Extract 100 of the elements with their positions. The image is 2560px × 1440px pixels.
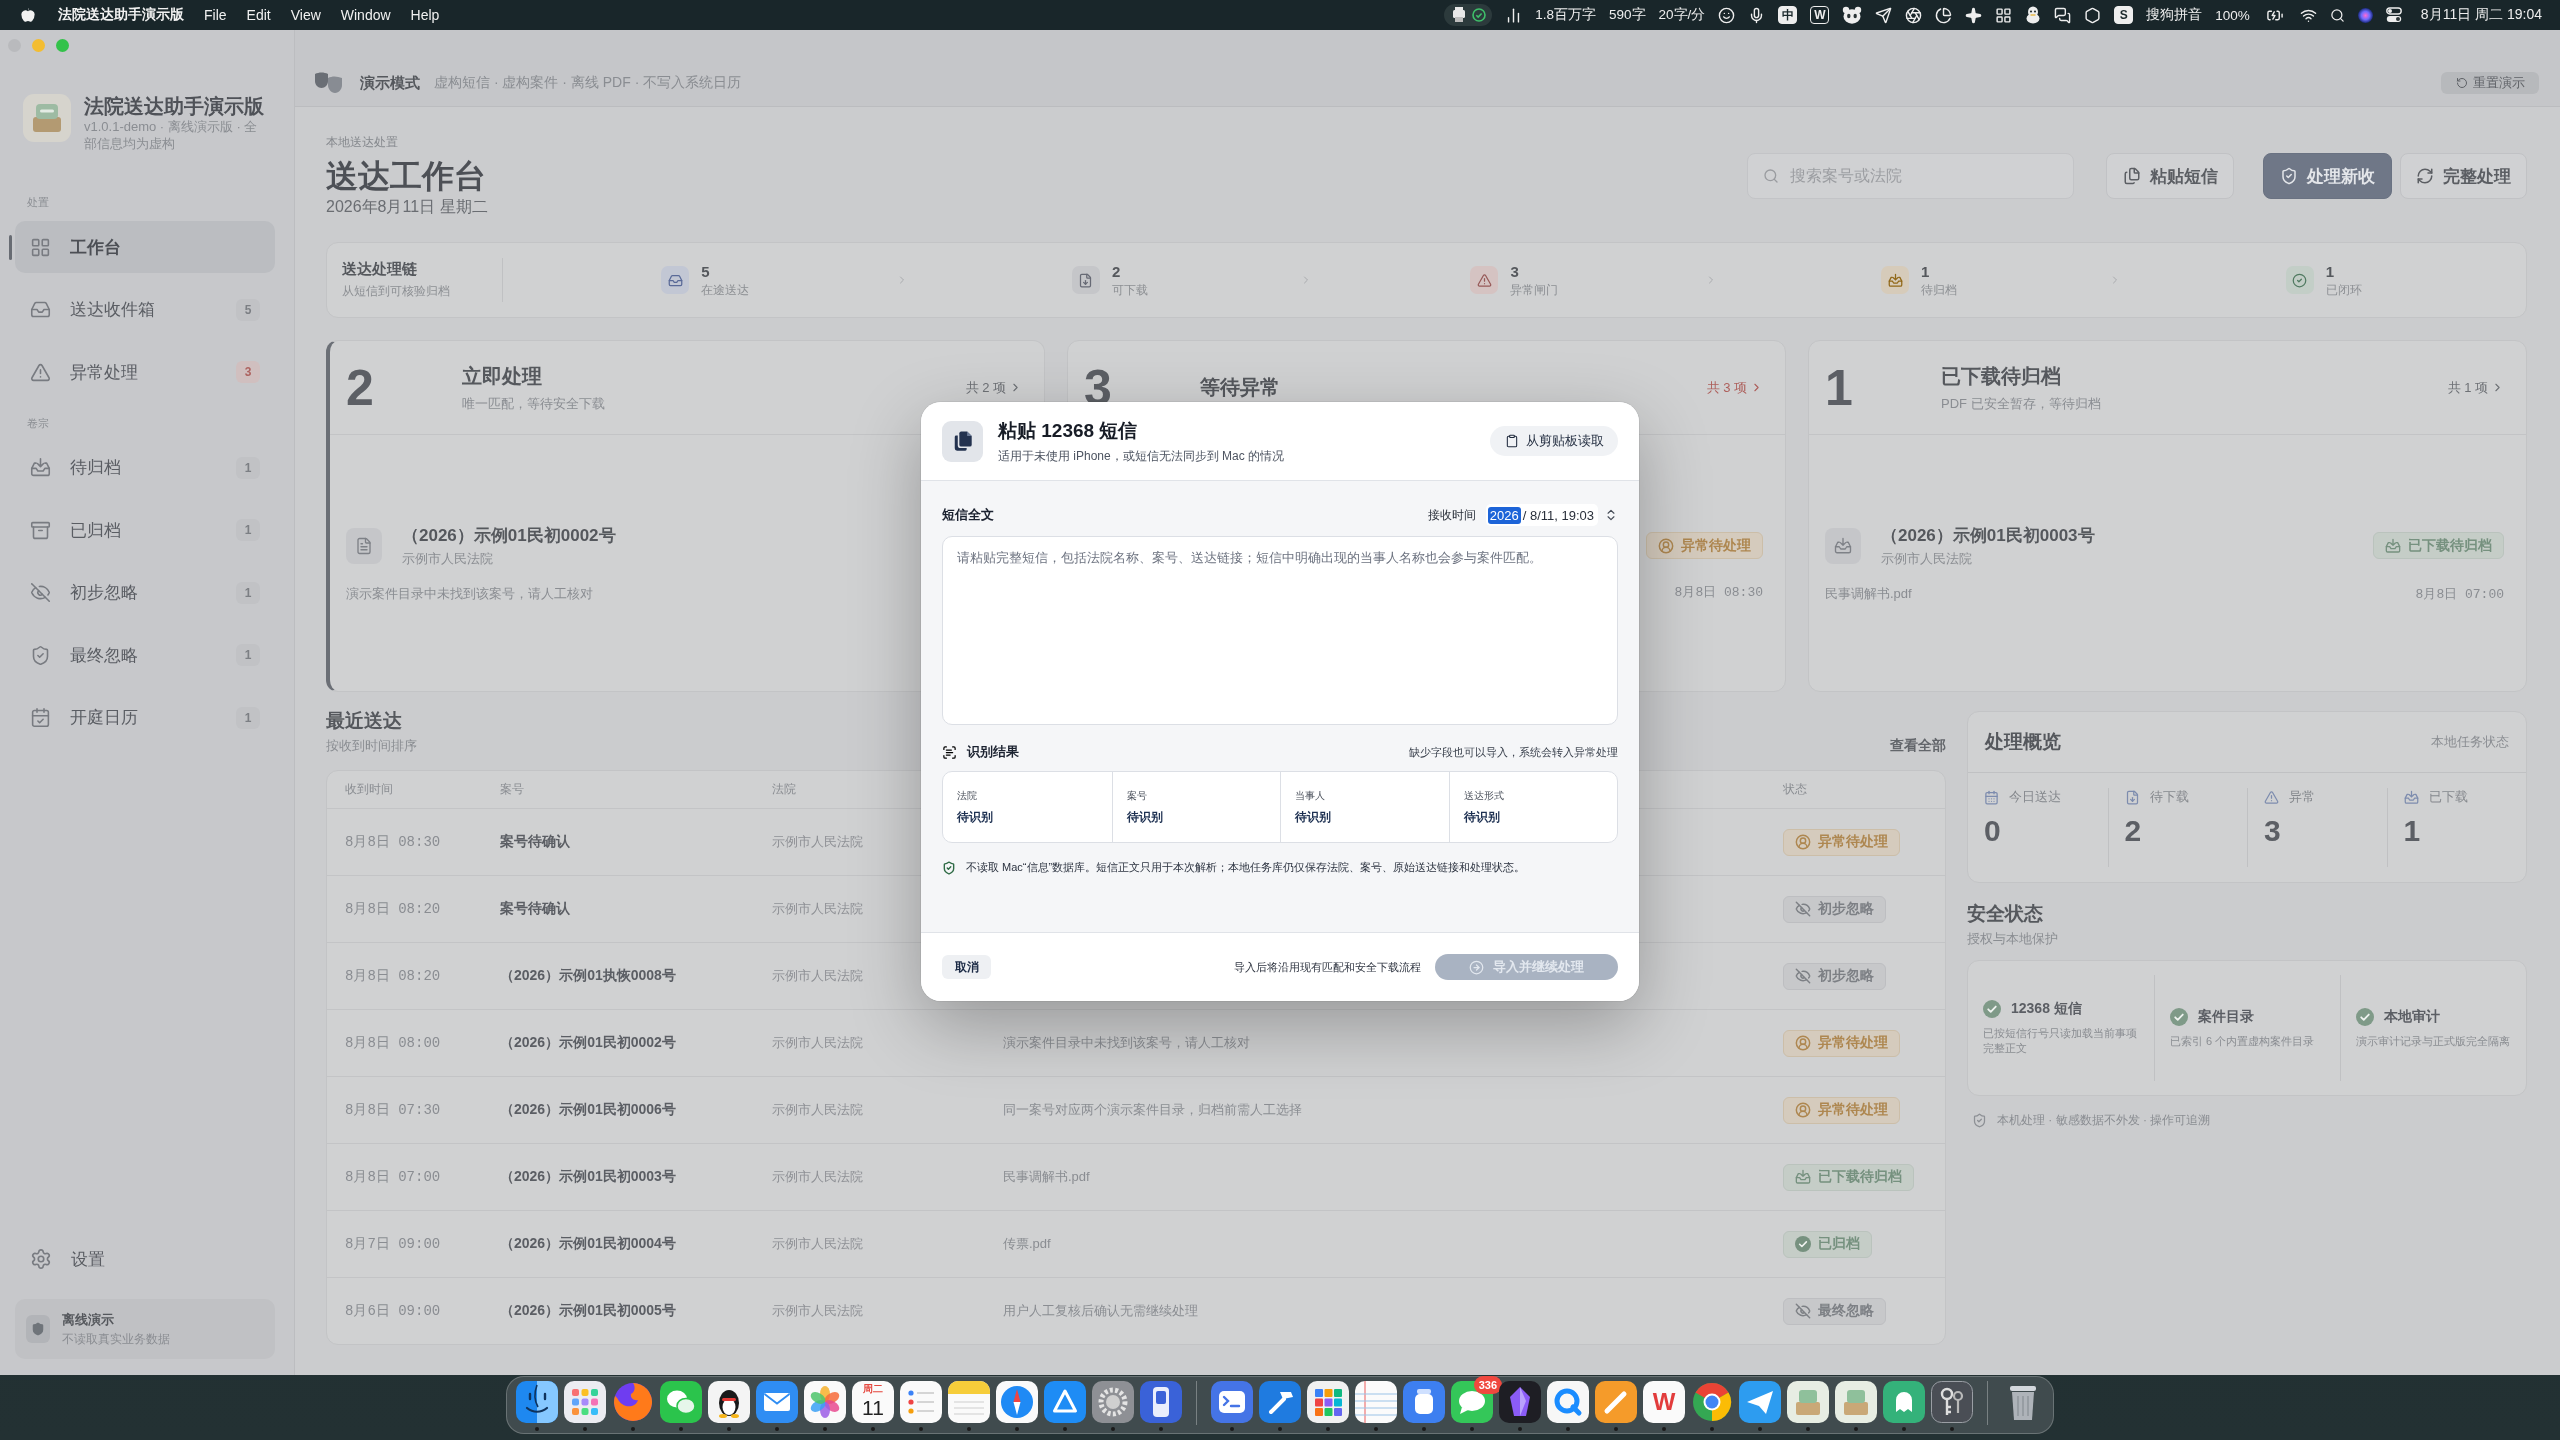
smiley-icon[interactable] <box>1718 6 1736 24</box>
box-app-icon[interactable] <box>1835 1381 1877 1423</box>
orb-icon[interactable] <box>2357 7 2373 23</box>
app-menu[interactable]: 法院送达助手演示版 <box>58 6 184 24</box>
clock[interactable]: 8月11日 周二 19:04 <box>2420 6 2542 24</box>
court-name: 示例市人民法院 <box>772 1168 863 1186</box>
menu-item[interactable]: Help <box>410 7 440 23</box>
compass-app-icon[interactable] <box>996 1381 1038 1423</box>
check-circle-icon <box>1983 1000 2001 1018</box>
date-segment[interactable]: / 8/11, 19:03 <box>1520 506 1596 524</box>
crystal-app-icon[interactable] <box>1499 1381 1541 1423</box>
paper-plane-app-icon[interactable] <box>1739 1381 1781 1423</box>
documents-icon <box>942 420 983 462</box>
nav-item[interactable]: 工作台 <box>15 221 275 273</box>
tray-download-icon <box>2403 789 2419 805</box>
flower-app-icon[interactable] <box>804 1381 846 1423</box>
menu-item[interactable]: File <box>204 7 227 23</box>
paper-plane-icon[interactable] <box>1875 6 1893 24</box>
control-center-icon[interactable] <box>2385 7 2402 23</box>
nav-item[interactable]: 待归档 1 <box>15 441 275 494</box>
phone-app-icon[interactable] <box>1140 1381 1182 1423</box>
fox-globe-app-icon[interactable] <box>612 1381 654 1423</box>
chat-bubbles-icon[interactable] <box>2054 6 2072 24</box>
cancel-button[interactable]: 取消 <box>942 955 991 979</box>
case-number: （2026）示例01民初0005号 <box>500 1302 676 1320</box>
prompt-app-icon[interactable] <box>1211 1381 1253 1423</box>
case-number: （2026）示例01民初0004号 <box>500 1235 676 1253</box>
clipboard-button[interactable]: 从剪贴板读取 <box>1490 426 1618 456</box>
received-time: 8月8日 08:00 <box>345 1034 441 1052</box>
stage-label: 已闭环 <box>2325 282 2362 298</box>
toolbar-button[interactable]: 完整处理 <box>2400 153 2527 199</box>
apple-icon[interactable] <box>20 7 36 23</box>
printer-status-icon[interactable] <box>1444 4 1493 26</box>
input-mode-indicator[interactable]: 中 <box>1778 6 1798 24</box>
nav-item[interactable]: 最终忽略 1 <box>15 629 275 681</box>
gear-app-icon[interactable] <box>1092 1381 1134 1423</box>
lined-paper-app-icon[interactable] <box>1355 1381 1397 1423</box>
penguin-icon[interactable] <box>2025 6 2042 24</box>
letter-indicator[interactable]: W <box>1810 6 1830 24</box>
menu-item[interactable]: Edit <box>246 7 271 23</box>
aperture-icon[interactable] <box>1905 6 1923 24</box>
court-name: 示例市人民法院 <box>772 1101 863 1119</box>
case-note: 演示案件目录中未找到该案号，请人工核对 <box>346 584 593 603</box>
nav-item[interactable]: 送达收件箱 5 <box>15 283 275 336</box>
case-number: （2026）示例01民初0002号 <box>500 1034 676 1052</box>
eye-off-icon <box>30 582 51 603</box>
queue-count: 1 <box>1825 362 1854 413</box>
smiling-face-app-icon[interactable] <box>516 1381 558 1423</box>
pencil-app-icon[interactable] <box>1595 1381 1637 1423</box>
inbox-icon <box>30 299 51 320</box>
hexagon-icon[interactable] <box>2084 6 2102 24</box>
bear-face-icon[interactable] <box>1842 6 1863 24</box>
security-description: 已索引 6 个内置虚构案件目录 <box>2170 1033 2316 1049</box>
date-time-field[interactable]: 2026 / 8/11, 19:03 <box>1485 504 1598 526</box>
notepad-app-icon[interactable] <box>948 1381 990 1423</box>
toolbar-button[interactable]: 粘贴短信 <box>2106 153 2234 199</box>
letter-app-icon[interactable]: W <box>1643 1381 1685 1423</box>
color-squares-app-icon[interactable] <box>1307 1381 1349 1423</box>
queue-card[interactable]: 1 已下载待归档 PDF 已安全暂存，等待归档 共 1 项 （2026）示例01民初0003号 示例市人民法院 已下载待归档 民事调解书.pdf 8月8日 07:00 <box>1808 340 2527 692</box>
toolbar-button[interactable]: 处理新收 <box>2263 153 2392 199</box>
selected-indicator <box>9 234 12 260</box>
input-method[interactable]: 搜狗拼音 <box>2146 6 2203 24</box>
ring-app-icon[interactable] <box>1547 1381 1589 1423</box>
view-all-link[interactable]: 查看全部 <box>1890 736 1946 754</box>
input-method-logo[interactable]: S <box>2114 6 2134 24</box>
nav-item[interactable]: 初步忽略 1 <box>15 566 275 619</box>
triangle-app-icon[interactable] <box>1044 1381 1086 1423</box>
app-grid-icon[interactable] <box>564 1381 606 1423</box>
penguin-app-icon[interactable] <box>708 1381 750 1423</box>
checklist-app-icon[interactable] <box>900 1381 942 1423</box>
date-segment[interactable]: 2026 <box>1487 506 1521 524</box>
grid-icon[interactable] <box>1995 6 2013 24</box>
keys-app-icon[interactable] <box>1931 1381 1973 1423</box>
stage-count: 2 <box>1111 262 1122 281</box>
menu-item[interactable]: View <box>290 7 321 23</box>
hammer-app-icon[interactable] <box>1259 1381 1301 1423</box>
box-app-icon[interactable] <box>1787 1381 1829 1423</box>
total-link[interactable]: 共 2 项 <box>965 378 1022 397</box>
chat-bubbles-app-icon[interactable] <box>660 1381 702 1423</box>
calendar-app-icon[interactable]: 周二 11 <box>852 1381 894 1423</box>
sparkle-icon[interactable] <box>1965 6 1983 24</box>
color-wheel-app-icon[interactable] <box>1691 1381 1733 1423</box>
total-link[interactable]: 共 3 项 <box>1706 378 1763 397</box>
settings-item[interactable]: 设置 <box>9 1237 275 1281</box>
nav-item[interactable]: 开庭日历 1 <box>15 691 275 744</box>
ghost-app-icon[interactable] <box>1883 1381 1925 1423</box>
jar-app-icon[interactable] <box>1403 1381 1445 1423</box>
menu-item[interactable]: Window <box>340 7 391 23</box>
message-textarea[interactable]: 请粘贴完整短信，包括法院名称、案号、送达链接；短信中明确出现的当事人名称也会参与案件匹配。 <box>942 536 1618 725</box>
total-link[interactable]: 共 1 项 <box>2447 378 2504 397</box>
nav-item[interactable]: 已归档 1 <box>15 504 275 556</box>
pie-chart-icon[interactable] <box>1935 6 1953 24</box>
field-label: 案号 <box>1126 789 1147 803</box>
nav-item[interactable]: 异常处理 3 <box>15 346 275 398</box>
reset-button[interactable]: 重置演示 <box>2441 72 2539 94</box>
stat-value: 3 <box>2264 814 2282 848</box>
case-number: （2026）示例01执恢0008号 <box>500 967 676 985</box>
envelope-app-icon[interactable] <box>756 1381 798 1423</box>
search-icon[interactable] <box>2329 7 2345 23</box>
count-badge: 1 <box>236 519 260 541</box>
